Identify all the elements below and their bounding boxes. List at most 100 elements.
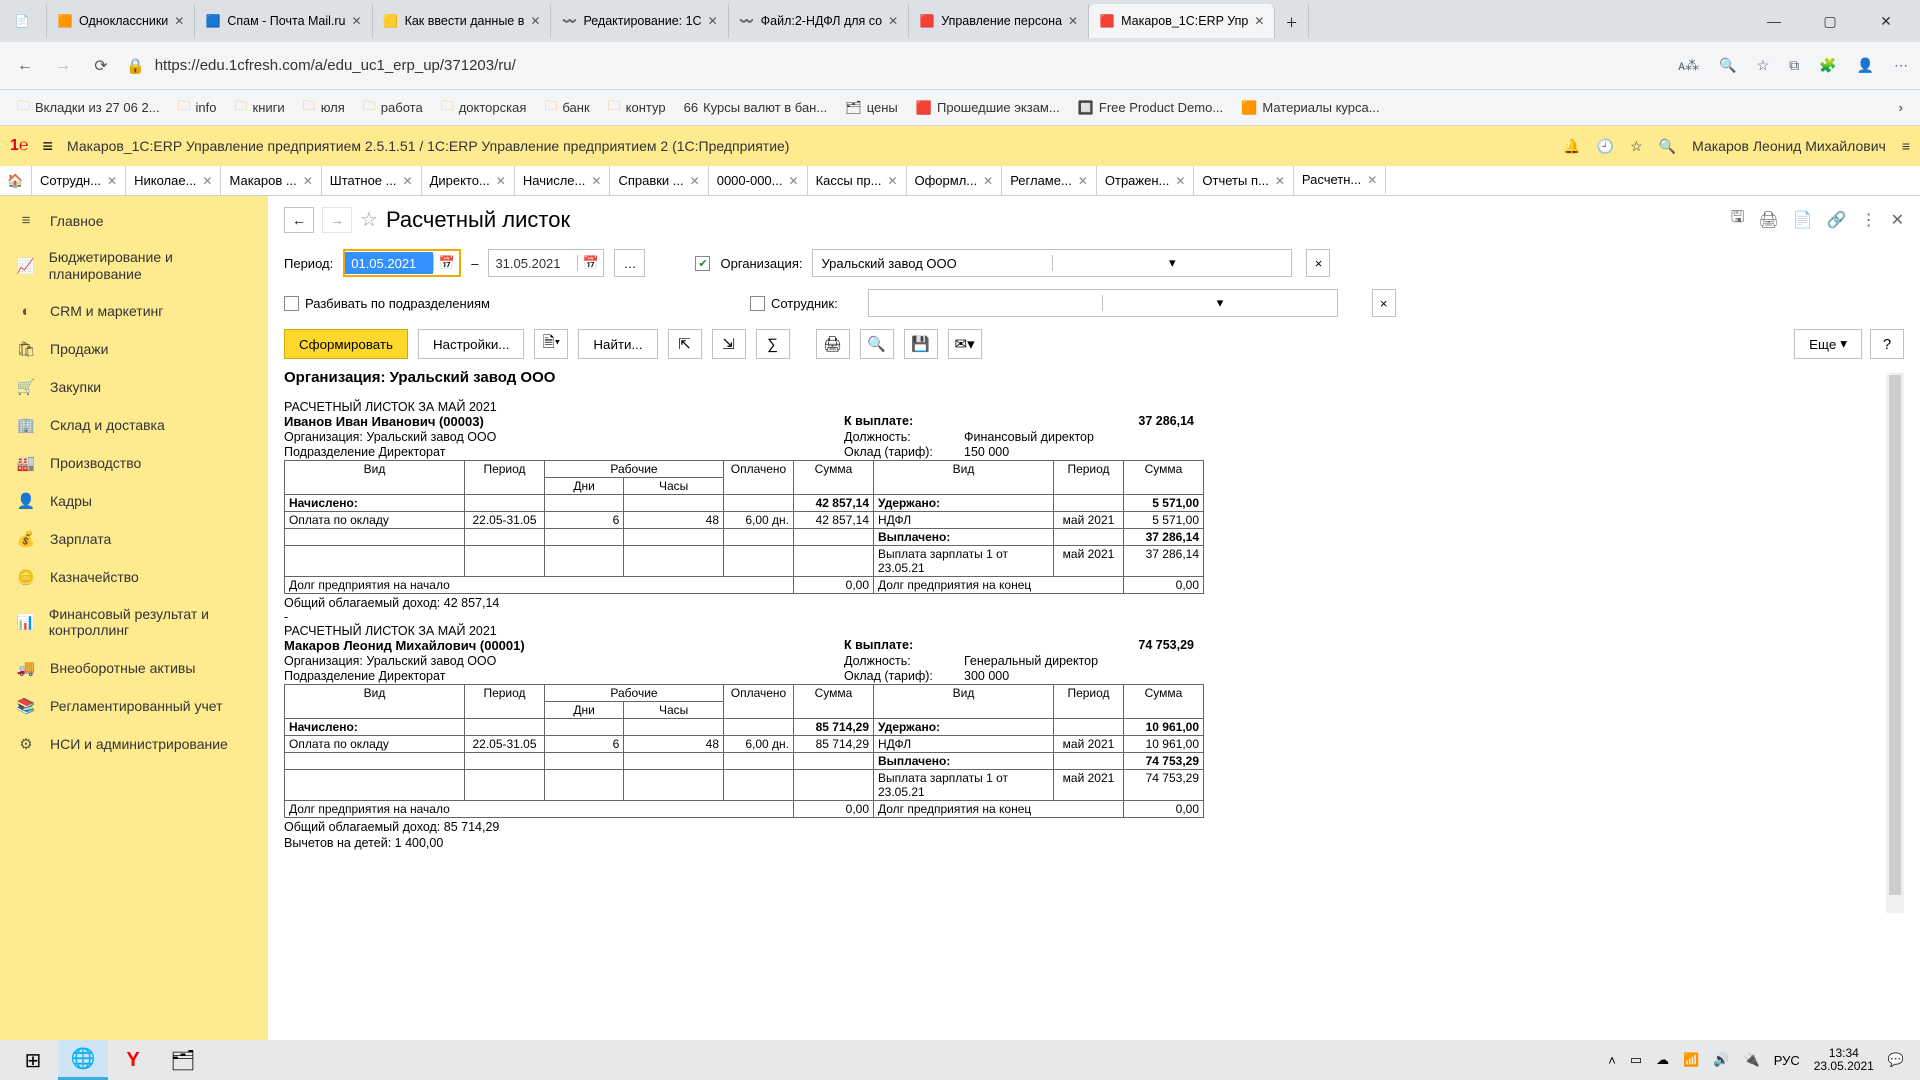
save-button[interactable]: 💾 [904, 329, 938, 359]
nav-reload[interactable]: ⟳ [88, 56, 114, 76]
wifi-icon[interactable]: 📶 [1683, 1052, 1699, 1068]
save-layout-icon[interactable]: 🖫 [1731, 206, 1745, 233]
sidebar-item[interactable]: 🏢Склад и доставка [0, 406, 268, 444]
tab-close-icon[interactable]: ✕ [1068, 14, 1078, 28]
tab-close-icon[interactable]: ✕ [1367, 173, 1377, 187]
bookmark-item[interactable]: 🗀 info [173, 94, 222, 122]
tray-expand-icon[interactable]: ˄ [1608, 1053, 1616, 1068]
more-vert-icon[interactable]: ⋮ [1861, 210, 1877, 230]
bookmark-item[interactable]: 🗀 книги [230, 94, 290, 122]
onedrive-icon[interactable]: ☁ [1656, 1052, 1669, 1068]
sidebar-item[interactable]: ◐CRM и маркетинг [0, 293, 268, 330]
taskbar-app-yandex[interactable]: Y [108, 1040, 158, 1080]
window-close[interactable]: ✕ [1868, 13, 1904, 30]
app-tab[interactable]: 0000-000...✕ [709, 166, 808, 195]
bookmark-item[interactable]: 🗀 юля [298, 94, 350, 122]
url-box[interactable]: 🔒 https://edu.1cfresh.com/a/edu_uc1_erp_… [126, 51, 1666, 81]
find-button[interactable]: Найти... [578, 329, 657, 359]
sidebar-item[interactable]: 📚Регламентированный учет [0, 687, 268, 725]
bell-icon[interactable]: 🔔 [1563, 138, 1580, 155]
window-maximize[interactable]: ▢ [1812, 13, 1848, 30]
employee-checkbox[interactable]: Сотрудник: [750, 296, 838, 311]
user-menu-icon[interactable]: ≡ [1902, 138, 1910, 154]
sidebar-item[interactable]: 🪙Казначейство [0, 558, 268, 596]
print-button[interactable]: 🖨 [816, 329, 850, 359]
employee-select[interactable]: ▾ [868, 289, 1338, 317]
tab-close-icon[interactable]: ✕ [303, 174, 313, 188]
date-from-field[interactable] [345, 252, 433, 274]
link-icon[interactable]: 🔗 [1827, 210, 1847, 230]
menu-button[interactable]: ≡ [43, 136, 54, 157]
date-to-input[interactable]: 📅 [488, 249, 604, 277]
nav-back[interactable]: ← [12, 57, 38, 75]
taskbar-app-explorer[interactable]: 🗂 [158, 1040, 208, 1080]
bookmark-item[interactable]: 🗀 банк [539, 94, 594, 122]
tab-close-icon[interactable]: ✕ [690, 174, 700, 188]
help-button[interactable]: ? [1870, 329, 1904, 359]
tab-close-icon[interactable]: ✕ [352, 14, 362, 28]
variant-button[interactable]: 🗎▾ [534, 329, 568, 359]
history-icon[interactable]: 🕘 [1597, 138, 1614, 155]
start-button[interactable]: ⊞ [8, 1040, 58, 1080]
browser-tab[interactable]: 🟥 Управление персона ✕ [909, 4, 1089, 38]
employee-clear-button[interactable]: × [1372, 289, 1396, 317]
browser-tab[interactable]: 🟥 Макаров_1С:ERP Упр ✕ [1089, 4, 1275, 38]
favorite-icon[interactable]: ☆ [1757, 57, 1770, 74]
sidebar-item[interactable]: ⚙НСИ и администрирование [0, 725, 268, 763]
app-tab[interactable]: Кассы пр...✕ [808, 166, 907, 195]
sidebar-item[interactable]: 📊Финансовый результат и контроллинг [0, 596, 268, 650]
app-tab[interactable]: Расчетн...✕ [1294, 166, 1386, 195]
bookmark-item[interactable]: 🔲 Free Product Demo... [1073, 97, 1228, 119]
org-clear-button[interactable]: × [1306, 249, 1330, 277]
nav-next-button[interactable]: → [322, 207, 352, 233]
user-name[interactable]: Макаров Леонид Михайлович [1692, 138, 1886, 154]
tab-close-icon[interactable]: ✕ [708, 14, 718, 28]
app-tab[interactable]: Николае...✕ [126, 166, 221, 195]
dropdown-icon[interactable]: ▾ [1102, 295, 1337, 311]
browser-tab[interactable]: 〰️ Файл:2-НДФЛ для со ✕ [729, 4, 910, 38]
volume-icon[interactable]: 🔊 [1713, 1052, 1729, 1068]
app-tab[interactable]: Оформл...✕ [907, 166, 1003, 195]
expand-button[interactable]: ⇱ [668, 329, 702, 359]
app-tab[interactable]: Регламе...✕ [1002, 166, 1097, 195]
notifications-icon[interactable]: 💬 [1888, 1052, 1904, 1068]
tab-close-icon[interactable]: ✕ [1275, 174, 1285, 188]
org-select[interactable]: Уральский завод ООО ▾ [812, 249, 1292, 277]
tab-close-icon[interactable]: ✕ [1078, 174, 1088, 188]
tab-close-icon[interactable]: ✕ [1254, 14, 1264, 28]
tab-close-icon[interactable]: ✕ [496, 174, 506, 188]
browser-tab[interactable]: 🟧 Одноклассники ✕ [47, 4, 195, 38]
tab-close-icon[interactable]: ✕ [983, 174, 993, 188]
translate-icon[interactable]: ᴀ⁂ [1678, 57, 1699, 74]
split-checkbox[interactable]: Разбивать по подразделениям [284, 296, 490, 311]
bookmarks-overflow[interactable]: › [1894, 97, 1908, 118]
calendar-icon[interactable]: 📅 [433, 255, 459, 271]
new-tab-button[interactable]: ＋ [1275, 4, 1309, 38]
nav-forward[interactable]: → [50, 57, 76, 75]
home-tab[interactable]: 🏠 [0, 166, 32, 195]
bookmark-item[interactable]: 🗀 контур [603, 94, 671, 122]
email-button[interactable]: ✉▾ [948, 329, 982, 359]
extensions-icon[interactable]: 🧩 [1819, 57, 1836, 74]
collapse-button[interactable]: ⇲ [712, 329, 746, 359]
clock[interactable]: 13:34 23.05.2021 [1814, 1047, 1874, 1073]
dropdown-icon[interactable]: ▾ [1052, 255, 1292, 271]
bookmark-item[interactable]: 🗀 работа [358, 94, 428, 122]
sidebar-item[interactable]: 🚚Внеоборотные активы [0, 649, 268, 687]
menu-icon[interactable]: ⋯ [1894, 57, 1908, 74]
star-icon[interactable]: ☆ [1630, 138, 1643, 155]
tab-close-icon[interactable]: ✕ [1175, 174, 1185, 188]
tab-close-icon[interactable]: ✕ [530, 14, 540, 28]
calendar-icon[interactable]: 📅 [577, 255, 603, 271]
tab-close-icon[interactable]: ✕ [888, 14, 898, 28]
export-icon[interactable]: 📄 [1793, 210, 1813, 230]
tab-close-icon[interactable]: ✕ [202, 174, 212, 188]
tab-close-icon[interactable]: ✕ [174, 14, 184, 28]
collections-icon[interactable]: ⧉ [1789, 57, 1799, 74]
preview-button[interactable]: 🔍 [860, 329, 894, 359]
search-icon[interactable]: 🔍 [1659, 138, 1676, 155]
more-button[interactable]: Еще ▾ [1794, 329, 1862, 359]
sidebar-item[interactable]: 📈Бюджетирование и планирование [0, 239, 268, 293]
battery-icon[interactable]: ▭ [1630, 1052, 1642, 1068]
tab-close-icon[interactable]: ✕ [107, 174, 117, 188]
